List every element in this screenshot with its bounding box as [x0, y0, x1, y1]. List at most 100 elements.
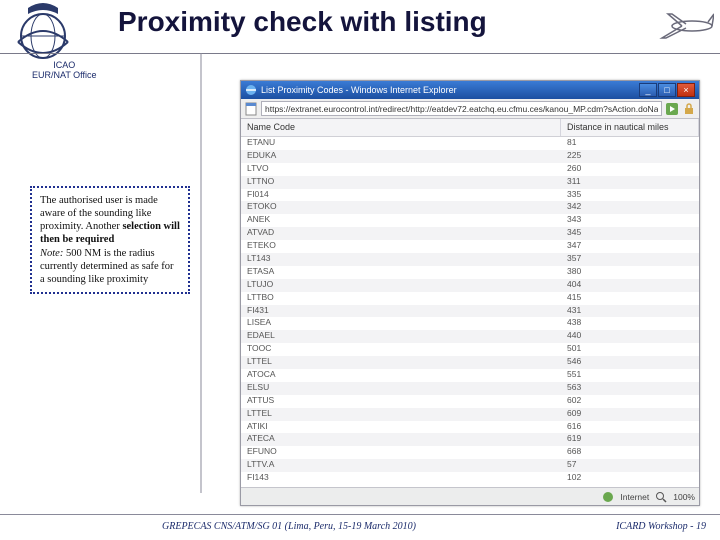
browser-title-text: List Proximity Codes - Windows Internet … [261, 85, 635, 95]
table-row[interactable]: FI143102 [241, 472, 699, 485]
table-row[interactable]: FI014335 [241, 189, 699, 202]
table-row[interactable]: LTTEL546 [241, 356, 699, 369]
table-row[interactable]: EDAEL440 [241, 330, 699, 343]
cell-dist: 380 [561, 266, 699, 279]
cell-dist: 440 [561, 330, 699, 343]
org-label: ICAO EUR/NAT Office [32, 60, 97, 81]
cell-dist: 342 [561, 201, 699, 214]
cell-dist: 102 [561, 472, 699, 485]
footer-rule [0, 514, 720, 515]
table-row[interactable]: ATVAD345 [241, 227, 699, 240]
slide-title: Proximity check with listing [118, 6, 487, 38]
cell-code: ETEKO [241, 240, 561, 253]
cell-dist: 546 [561, 356, 699, 369]
table-row[interactable]: ANEK343 [241, 214, 699, 227]
cell-dist: 609 [561, 408, 699, 421]
cell-dist: 225 [561, 150, 699, 163]
cell-code: LTVO [241, 163, 561, 176]
status-bar: Internet 100% [241, 487, 699, 505]
table-row[interactable]: LTVO260 [241, 163, 699, 176]
cell-dist: 357 [561, 253, 699, 266]
vertical-rule [200, 53, 202, 493]
table-row[interactable]: ATOCA551 [241, 369, 699, 382]
cell-dist: 311 [561, 176, 699, 189]
org-line2: EUR/NAT Office [32, 70, 97, 80]
cell-dist: 619 [561, 433, 699, 446]
table-row[interactable]: LTUJO404 [241, 279, 699, 292]
table-row[interactable]: ELSU563 [241, 382, 699, 395]
cell-dist: 347 [561, 240, 699, 253]
table-row[interactable]: LTTEL609 [241, 408, 699, 421]
cell-code: ATIKI [241, 421, 561, 434]
cell-code: ETANU [241, 137, 561, 150]
status-internet: Internet [620, 492, 649, 502]
header-rule [0, 53, 720, 54]
table-header: Name Code Distance in nautical miles [241, 119, 699, 137]
table-row[interactable]: ETEKO347 [241, 240, 699, 253]
cell-dist: 335 [561, 189, 699, 202]
minimize-button[interactable]: _ [639, 83, 657, 97]
table-row[interactable]: EFUNO668 [241, 446, 699, 459]
cell-code: ETOKO [241, 201, 561, 214]
col-header-dist: Distance in nautical miles [561, 119, 699, 136]
table-row[interactable]: ATECA619 [241, 433, 699, 446]
ie-icon [245, 84, 257, 96]
address-bar [241, 99, 699, 119]
cell-code: ATOCA [241, 369, 561, 382]
cell-code: FI143 [241, 472, 561, 485]
org-line1: ICAO [32, 60, 97, 70]
table-row[interactable]: FI431431 [241, 305, 699, 318]
cell-code: LISEA [241, 317, 561, 330]
close-button[interactable]: × [677, 83, 695, 97]
cell-dist: 602 [561, 395, 699, 408]
cell-dist: 260 [561, 163, 699, 176]
cell-dist: 668 [561, 446, 699, 459]
cell-code: LTUJO [241, 279, 561, 292]
table-row[interactable]: EDUKA225 [241, 150, 699, 163]
cell-code: ETASA [241, 266, 561, 279]
col-header-code: Name Code [241, 119, 561, 136]
cell-code: ANEK [241, 214, 561, 227]
cell-dist: 415 [561, 292, 699, 305]
table-row[interactable]: LTTBO415 [241, 292, 699, 305]
table-row[interactable]: ETASA380 [241, 266, 699, 279]
table-row[interactable]: LTTNO311 [241, 176, 699, 189]
cell-dist: 551 [561, 369, 699, 382]
cell-code: EDAEL [241, 330, 561, 343]
cell-code: LTTV.A [241, 459, 561, 472]
callout-note-label: Note: [40, 248, 63, 259]
cell-code: EDUKA [241, 150, 561, 163]
status-zoom: 100% [673, 492, 695, 502]
table-row[interactable]: ETANU81 [241, 137, 699, 150]
airplane-icon [642, 4, 714, 44]
cell-dist: 438 [561, 317, 699, 330]
cell-code: ATECA [241, 433, 561, 446]
table-body: ETANU81EDUKA225LTVO260LTTNO311FI014335ET… [241, 137, 699, 485]
table-row[interactable]: TOOC501 [241, 343, 699, 356]
go-button[interactable] [665, 102, 679, 116]
cell-code: EFUNO [241, 446, 561, 459]
cell-dist: 616 [561, 421, 699, 434]
cell-code: ATTUS [241, 395, 561, 408]
cell-dist: 343 [561, 214, 699, 227]
cell-code: LTTNO [241, 176, 561, 189]
footer-right: ICARD Workshop - 19 [616, 521, 706, 532]
zoom-icon[interactable] [655, 491, 667, 503]
cell-code: LTTEL [241, 408, 561, 421]
page-icon [244, 102, 258, 116]
maximize-button[interactable]: □ [658, 83, 676, 97]
browser-titlebar: List Proximity Codes - Windows Internet … [241, 81, 699, 99]
table-row[interactable]: ETOKO342 [241, 201, 699, 214]
table-row[interactable]: LISEA438 [241, 317, 699, 330]
table-row[interactable]: ATTUS602 [241, 395, 699, 408]
table-row[interactable]: ATIKI616 [241, 421, 699, 434]
cell-code: FI431 [241, 305, 561, 318]
url-input[interactable] [261, 101, 662, 116]
cell-code: ELSU [241, 382, 561, 395]
cell-code: TOOC [241, 343, 561, 356]
table-row[interactable]: LTTV.A57 [241, 459, 699, 472]
table-row[interactable]: LT143357 [241, 253, 699, 266]
footer-left: GREPECAS CNS/ATM/SG 01 (Lima, Peru, 15-1… [162, 521, 416, 532]
cell-dist: 81 [561, 137, 699, 150]
cell-dist: 345 [561, 227, 699, 240]
